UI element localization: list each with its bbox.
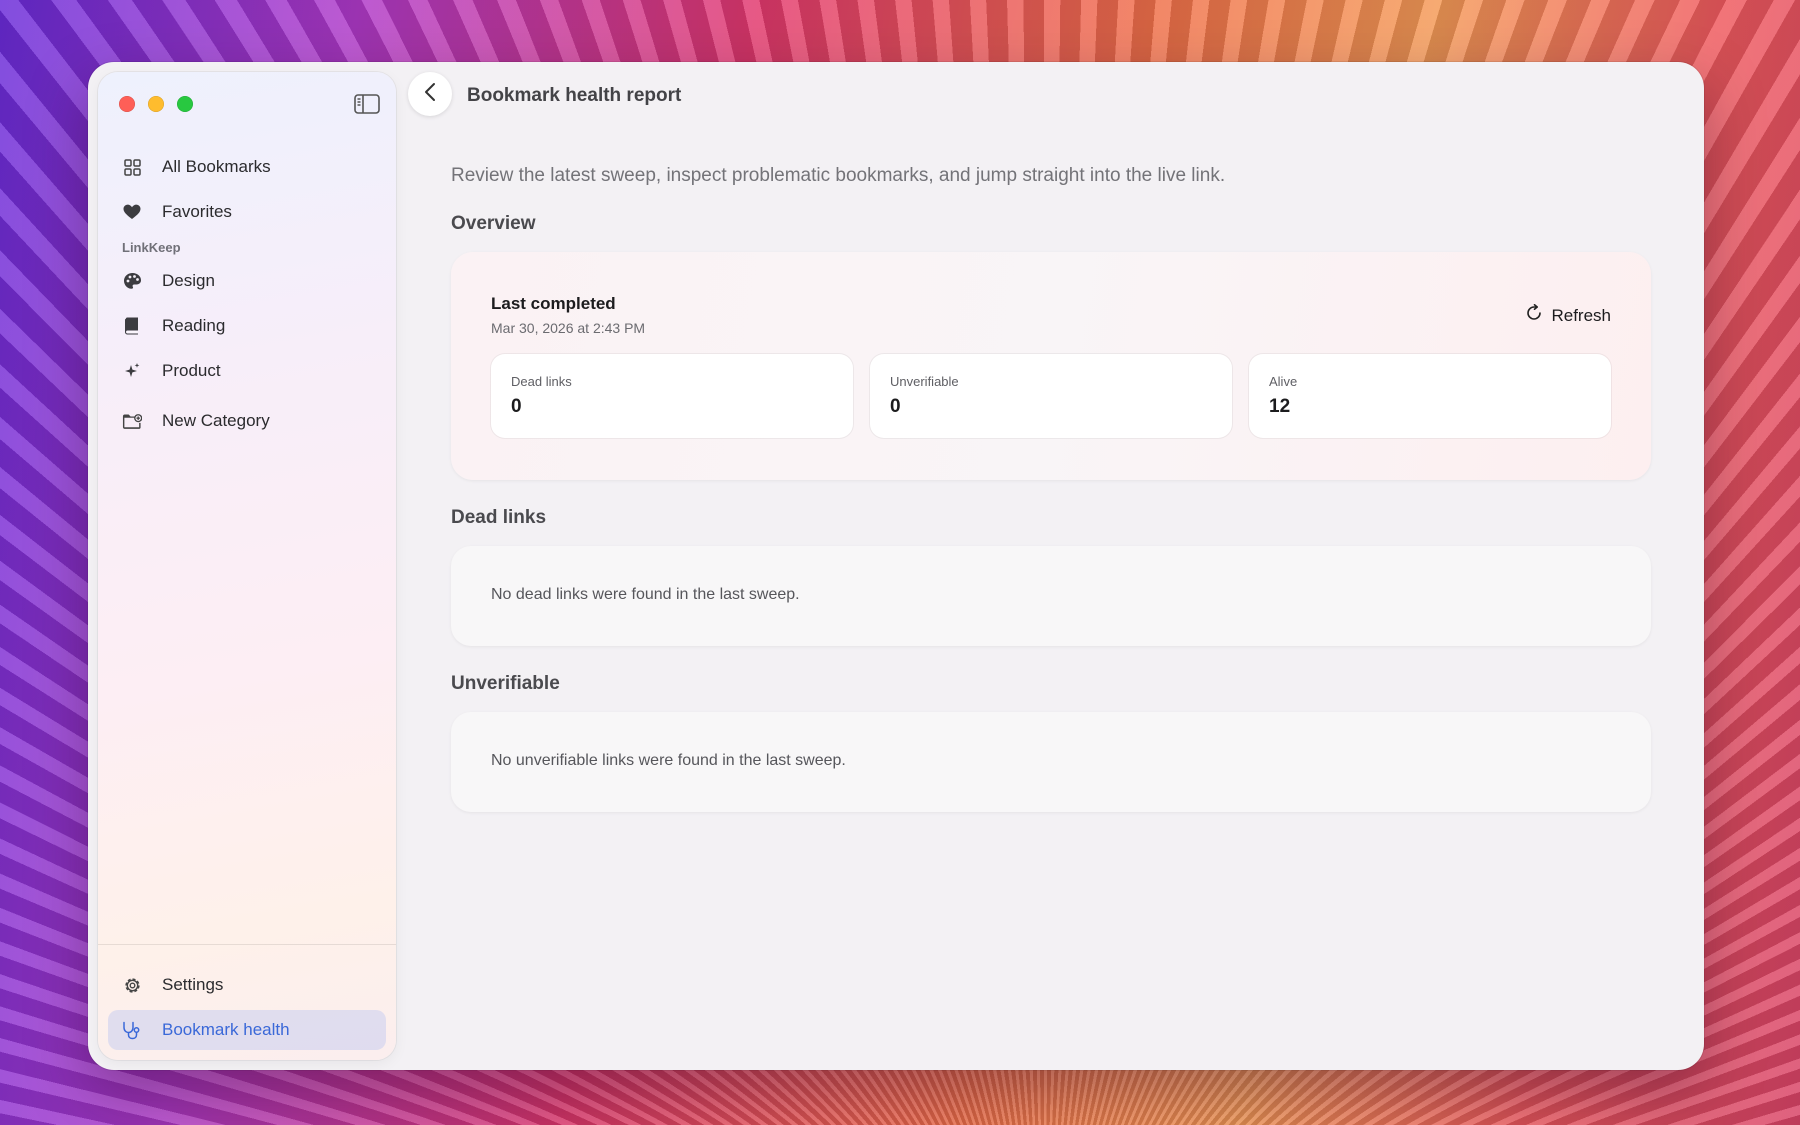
section-label-linkkeep: LinkKeep: [122, 240, 181, 255]
sidebar-item-label: All Bookmarks: [162, 157, 271, 176]
sidebar-item-favorites[interactable]: Favorites: [108, 192, 386, 232]
unverifiable-empty-message: No unverifiable links were found in the …: [491, 752, 846, 769]
grid-icon: [122, 157, 142, 177]
refresh-icon: [1525, 304, 1543, 327]
minimize-window-button[interactable]: [148, 96, 164, 112]
stat-value: 0: [511, 396, 522, 417]
page-subtitle: Review the latest sweep, inspect problem…: [451, 165, 1226, 186]
refresh-label: Refresh: [1551, 305, 1611, 325]
stat-value: 0: [890, 396, 901, 417]
last-completed-label: Last completed: [491, 294, 616, 313]
refresh-button[interactable]: Refresh: [1525, 304, 1611, 327]
sidebar-item-label: Reading: [162, 316, 226, 335]
window-controls: [119, 96, 193, 112]
heart-icon: [122, 202, 142, 222]
sparkles-icon: [122, 361, 142, 381]
book-icon: [122, 316, 142, 336]
dead-links-empty-card: No dead links were found in the last swe…: [451, 546, 1651, 646]
sidebar-item-settings[interactable]: Settings: [108, 965, 386, 1005]
overview-heading: Overview: [451, 213, 536, 234]
stat-card-alive: Alive 12: [1249, 354, 1611, 438]
sidebar-item-all-bookmarks[interactable]: All Bookmarks: [108, 147, 386, 187]
sidebar-item-design[interactable]: Design: [108, 261, 386, 301]
sidebar-item-product[interactable]: Product: [108, 351, 386, 391]
chevron-left-icon: [424, 82, 436, 107]
dead-links-heading: Dead links: [451, 507, 547, 528]
sidebar-item-bookmark-health[interactable]: Bookmark health: [108, 1010, 386, 1050]
unverifiable-empty-card: No unverifiable links were found in the …: [451, 712, 1651, 812]
stat-label: Unverifiable: [890, 374, 959, 389]
overview-card: Last completed Mar 30, 2026 at 2:43 PM R…: [451, 252, 1651, 480]
sidebar-toggle-icon[interactable]: [354, 94, 380, 114]
stat-card-unverifiable: Unverifiable 0: [870, 354, 1232, 438]
page-title: Bookmark health report: [467, 85, 682, 106]
stethoscope-icon: [122, 1020, 142, 1040]
stat-label: Dead links: [511, 374, 572, 389]
sidebar-item-label: Design: [162, 271, 215, 290]
sidebar-item-label: New Category: [162, 411, 270, 430]
gear-icon: [122, 975, 142, 995]
dead-links-empty-message: No dead links were found in the last swe…: [491, 586, 800, 603]
sidebar-item-reading[interactable]: Reading: [108, 306, 386, 346]
stat-value: 12: [1269, 396, 1291, 417]
zoom-window-button[interactable]: [177, 96, 193, 112]
sidebar-divider: [98, 944, 396, 945]
sidebar-item-label: Settings: [162, 975, 224, 994]
sidebar-item-label: Bookmark health: [162, 1020, 290, 1039]
sidebar-item-label: Favorites: [162, 202, 232, 221]
sidebar: All Bookmarks Favorites LinkKeep Design …: [98, 72, 396, 1060]
close-window-button[interactable]: [119, 96, 135, 112]
stat-card-dead-links: Dead links 0: [491, 354, 853, 438]
last-completed-date: Mar 30, 2026 at 2:43 PM: [491, 320, 646, 336]
folder-add-icon: [122, 411, 142, 431]
sidebar-item-label: Product: [162, 361, 221, 380]
unverifiable-heading: Unverifiable: [451, 673, 560, 694]
back-button[interactable]: [408, 72, 452, 116]
app-window: All Bookmarks Favorites LinkKeep Design …: [88, 62, 1704, 1070]
palette-icon: [122, 271, 142, 291]
sidebar-item-new-category[interactable]: New Category: [108, 401, 386, 441]
stat-label: Alive: [1269, 374, 1298, 389]
